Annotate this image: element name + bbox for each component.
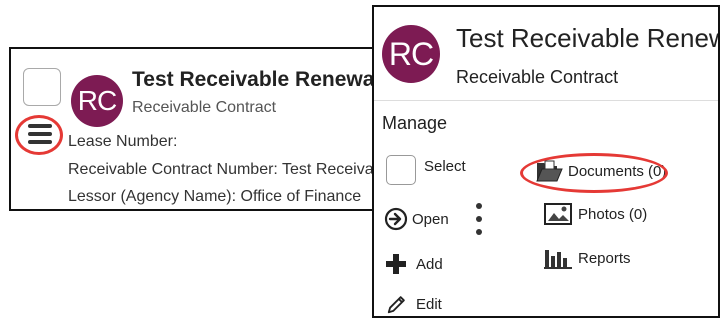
add-action[interactable]: Add [384, 252, 443, 276]
highlight-oval [15, 115, 63, 155]
photos-action[interactable]: Photos (0) [544, 203, 647, 225]
field-contract-number: Receivable Contract Number: Test Receiva… [68, 161, 381, 178]
plus-icon [384, 252, 408, 276]
more-options-icon[interactable] [473, 201, 485, 237]
edit-label: Edit [416, 295, 442, 313]
field-lessor: Lessor (Agency Name): Office of Finance [68, 188, 362, 205]
highlight-oval [520, 153, 668, 193]
open-label: Open [412, 210, 449, 228]
photos-label: Photos (0) [578, 205, 648, 223]
panel-subtitle: Receivable Contract [456, 67, 619, 87]
record-card[interactable]: RC Test Receivable Renewal Receivable Co… [9, 47, 381, 211]
select-label: Select [424, 157, 466, 175]
select-action[interactable]: Select [386, 155, 466, 185]
avatar: RC [71, 75, 123, 127]
edit-action[interactable]: Edit [386, 293, 442, 315]
divider [374, 100, 718, 101]
bar-chart-icon [544, 247, 572, 269]
add-label: Add [416, 255, 443, 273]
panel-title: Test Receivable Renewal [456, 23, 720, 53]
select-checkbox[interactable] [386, 155, 416, 185]
circle-arrow-right-icon [384, 207, 408, 231]
reports-action[interactable]: Reports [544, 247, 631, 269]
reports-label: Reports [578, 249, 631, 267]
pencil-icon [386, 293, 408, 315]
avatar: RC [382, 25, 440, 83]
open-action[interactable]: Open [384, 207, 449, 231]
actions-panel: RC Test Receivable Renewal Receivable Co… [372, 5, 720, 318]
select-checkbox[interactable] [23, 68, 61, 106]
section-title-manage: Manage [382, 113, 448, 133]
photo-icon [544, 203, 572, 225]
field-lease-number: Lease Number: [68, 133, 178, 150]
record-subtitle: Receivable Contract [132, 99, 277, 116]
record-title[interactable]: Test Receivable Renewal [132, 68, 379, 92]
